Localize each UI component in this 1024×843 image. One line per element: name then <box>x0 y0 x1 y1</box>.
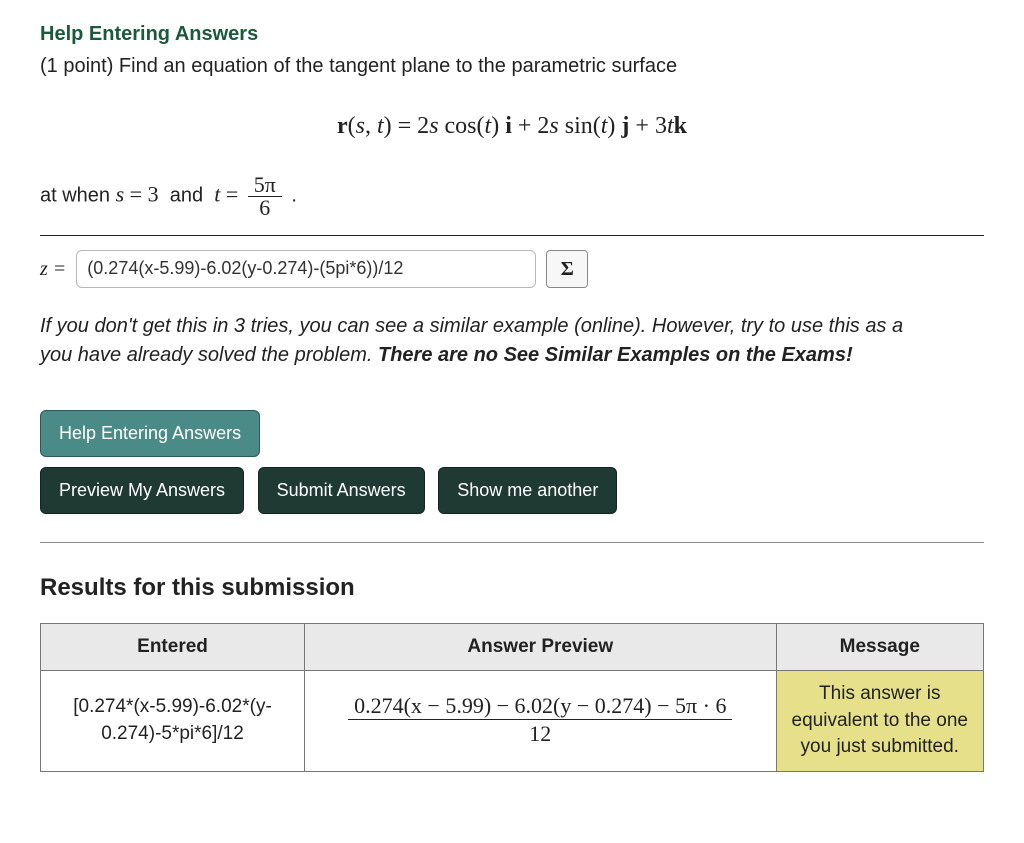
equation-editor-button[interactable]: Σ <box>546 250 588 288</box>
button-rows: Help Entering Answers Preview My Answers… <box>40 410 984 524</box>
col-entered: Entered <box>41 623 305 671</box>
col-message: Message <box>776 623 983 671</box>
help-entering-answers-button[interactable]: Help Entering Answers <box>40 410 260 457</box>
answer-label: z = <box>40 255 66 283</box>
message-value: This answer is equivalent to the one you… <box>776 671 983 772</box>
parametric-equation: r(s, t) = 2s cos(t) i + 2s sin(t) j + 3t… <box>40 110 984 144</box>
answer-row: z = Σ <box>40 250 984 288</box>
answer-preview-value: 0.274(x − 5.99) − 6.02(y − 0.274) − 5π ·… <box>305 671 777 772</box>
separator <box>40 542 984 543</box>
col-answer-preview: Answer Preview <box>305 623 777 671</box>
table-header-row: Entered Answer Preview Message <box>41 623 984 671</box>
show-me-another-button[interactable]: Show me another <box>438 467 617 514</box>
help-entering-answers-link[interactable]: Help Entering Answers <box>40 20 258 48</box>
hint-text: If you don't get this in 3 tries, you ca… <box>40 312 984 370</box>
entered-value: [0.274*(x-5.99)-6.02*(y-0.274)-5*pi*6]/1… <box>41 671 305 772</box>
parameter-values: at when s = 3 and t = 5π 6 . <box>40 174 984 236</box>
answer-input[interactable] <box>76 250 536 288</box>
results-heading: Results for this submission <box>40 571 984 605</box>
results-table: Entered Answer Preview Message [0.274*(x… <box>40 623 984 772</box>
table-row: [0.274*(x-5.99)-6.02*(y-0.274)-5*pi*6]/1… <box>41 671 984 772</box>
submit-answers-button[interactable]: Submit Answers <box>258 467 425 514</box>
problem-prompt: (1 point) Find an equation of the tangen… <box>40 52 984 80</box>
preview-my-answers-button[interactable]: Preview My Answers <box>40 467 244 514</box>
